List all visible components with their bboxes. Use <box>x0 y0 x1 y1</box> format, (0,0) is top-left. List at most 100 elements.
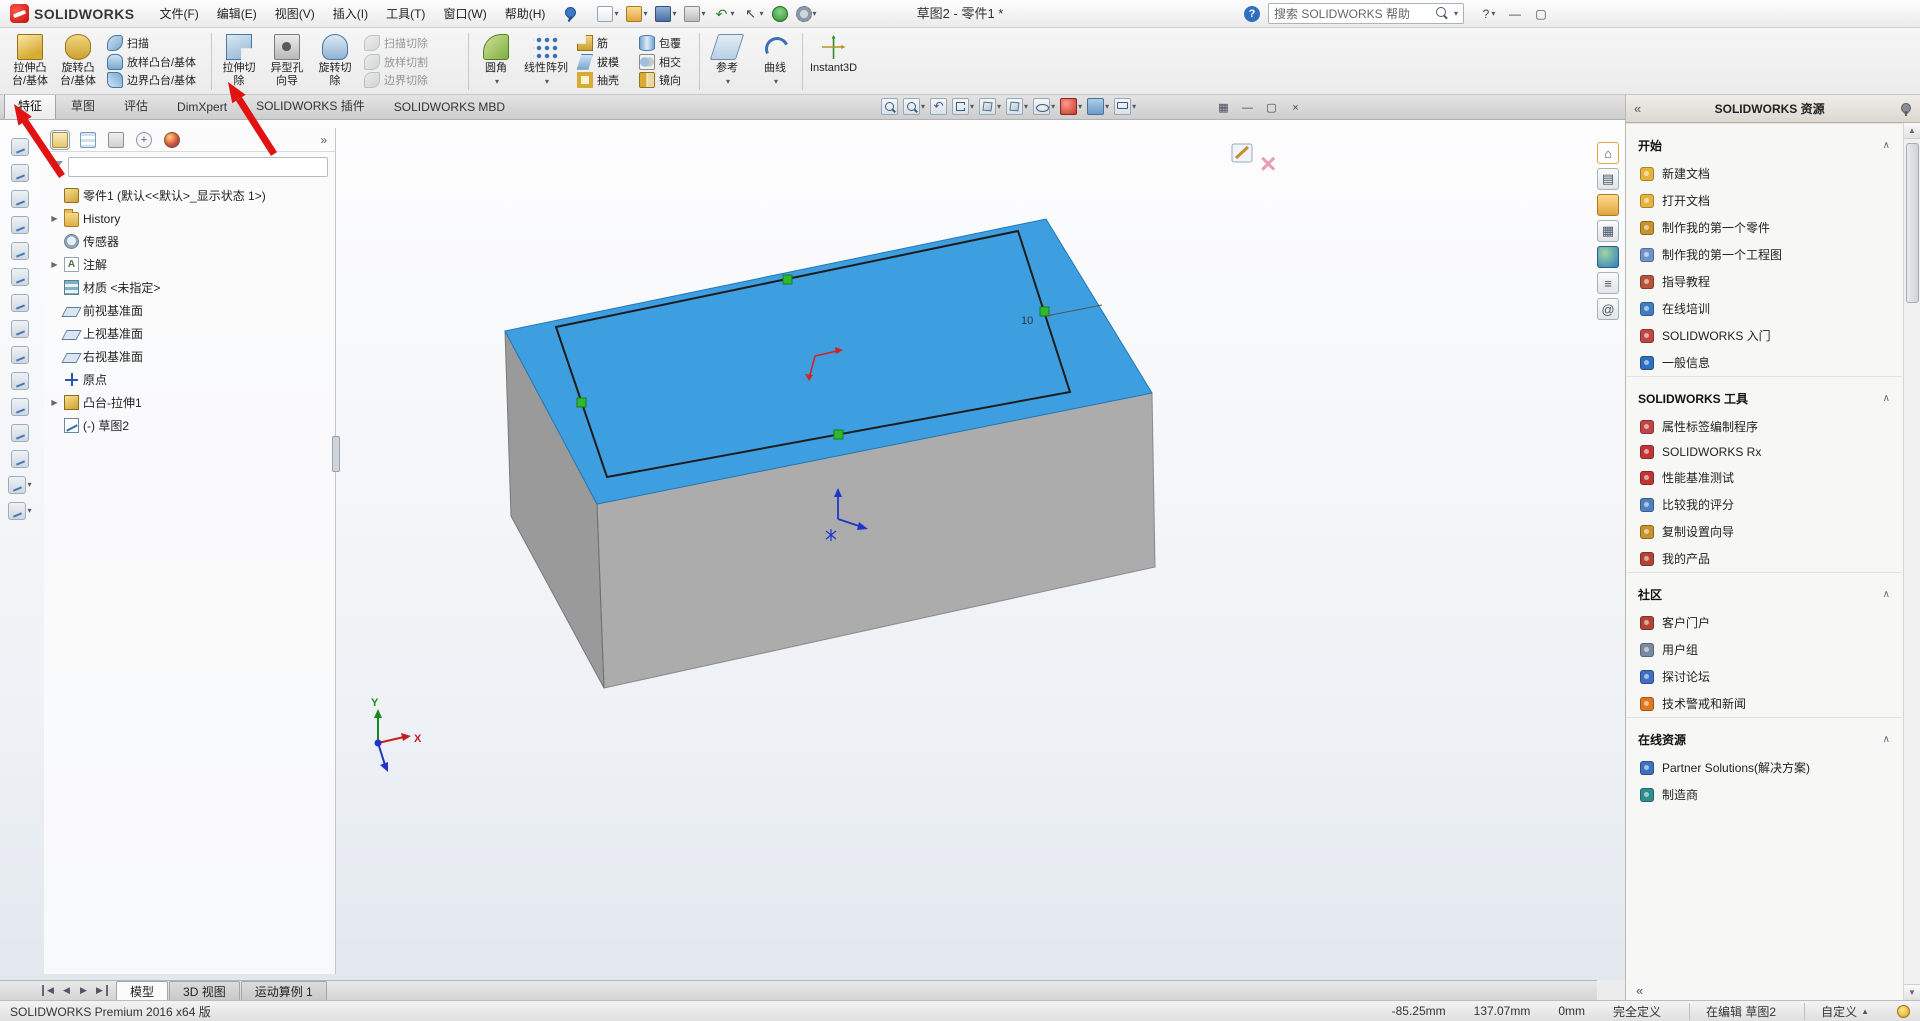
tree-item[interactable]: 零件1 (默认<<默认>_显示状态 1>) <box>47 184 335 207</box>
sketch-pattern[interactable]: ▾ <box>0 420 40 446</box>
command-tab[interactable]: DimXpert <box>163 95 241 119</box>
quick-tool-button[interactable]: ▾ <box>682 5 707 23</box>
exit-sketch-icon[interactable] <box>1231 143 1253 163</box>
sketch-rectangle[interactable]: ▾ <box>0 290 40 316</box>
boundary-boss-base-button[interactable]: 边界凸台/基体 <box>104 71 206 89</box>
midpoint-handle[interactable] <box>782 274 793 285</box>
task-pane-item[interactable]: 探讨论坛 <box>1626 663 1902 690</box>
task-pane-item[interactable]: 制造商 <box>1626 781 1902 808</box>
previous-view[interactable]: ▾ <box>929 98 948 115</box>
sketch-line[interactable]: ▾ <box>0 212 40 238</box>
section-view[interactable]: ▾ <box>951 98 975 115</box>
menu-item[interactable]: 插入(I) <box>324 0 377 27</box>
file-explorer[interactable] <box>1597 194 1619 216</box>
custom-properties[interactable]: ≡ <box>1597 272 1619 294</box>
rapid-sketch[interactable]: ▾ <box>0 498 40 524</box>
extruded-cut-button[interactable]: 拉伸切 除▾ <box>215 30 263 93</box>
expand-arrow-icon[interactable] <box>49 214 60 223</box>
view-settings[interactable]: ▾ <box>1113 98 1137 115</box>
task-pane-item[interactable]: 我的产品 <box>1626 545 1902 572</box>
revolved-cut-button[interactable]: 旋转切 除▾ <box>311 30 359 93</box>
display-style[interactable]: ▾ <box>1005 98 1029 115</box>
apply-scene[interactable]: ▾ <box>1086 98 1110 115</box>
command-tab[interactable]: 草图 <box>57 92 109 119</box>
restore[interactable]: ▢▾ <box>1530 4 1552 23</box>
view-orientation[interactable]: ▾ <box>978 98 1002 115</box>
intersect-button[interactable]: 相交 <box>636 53 694 71</box>
quick-tool-button[interactable]: ▾ <box>712 5 737 23</box>
collapse-section-icon[interactable]: ∧ <box>1883 140 1890 151</box>
swept-boss-base-button[interactable]: 扫描 <box>104 34 206 52</box>
cascade-doc[interactable]: ▦ <box>1213 98 1234 117</box>
next-tab[interactable]: ▶ <box>76 985 91 996</box>
sketch-circle[interactable]: ▾ <box>0 238 40 264</box>
quick-tool-button[interactable]: ▾ <box>624 5 649 23</box>
task-pane-item[interactable]: 属性标签编制程序 <box>1626 413 1902 440</box>
restore-doc[interactable]: ▢ <box>1261 98 1282 117</box>
linear-pattern-button[interactable]: 线性阵列 ▾ <box>520 30 572 93</box>
menu-item[interactable]: 视图(V) <box>266 0 324 27</box>
task-pane-item[interactable]: 性能基准测试 <box>1626 464 1902 491</box>
first-tab[interactable]: ◀ <box>42 985 57 996</box>
custom-status-dropdown[interactable]: 自定义 ▲ <box>1804 1002 1869 1020</box>
last-tab[interactable]: ▶ <box>93 985 108 996</box>
section-header[interactable]: 开始 ∧ <box>1626 124 1902 160</box>
menu-item[interactable]: 帮助(H) <box>496 0 555 27</box>
draft-button[interactable]: 拔模 <box>574 53 632 71</box>
tree-item[interactable]: History <box>47 207 335 230</box>
scroll-up-icon[interactable]: ▲ <box>1904 123 1920 139</box>
appearances-scenes[interactable] <box>1597 246 1619 268</box>
quick-tool-button[interactable]: ▾ <box>595 5 620 23</box>
menu-item[interactable]: 编辑(E) <box>208 0 266 27</box>
task-pane-item[interactable]: 打开文档 <box>1626 187 1902 214</box>
command-tab[interactable]: SOLIDWORKS MBD <box>380 95 519 119</box>
task-pane-item[interactable]: 制作我的第一个零件 <box>1626 214 1902 241</box>
solidworks-resources[interactable]: ⌂ <box>1597 142 1619 164</box>
shell-button[interactable]: 抽壳 <box>574 71 632 89</box>
edit-appearance[interactable]: ▾ <box>1059 98 1083 115</box>
smart-dimension[interactable]: ▾ <box>0 186 40 212</box>
pin-toolbar-icon[interactable] <box>562 6 577 22</box>
zoom-area[interactable]: ▾ <box>902 98 926 115</box>
document-tab[interactable]: 运动算例 1 <box>240 981 327 1000</box>
collapse-pane-icon[interactable]: « <box>1634 101 1641 116</box>
tree-item[interactable]: 原点 <box>47 368 335 391</box>
minimize-doc[interactable]: — <box>1237 98 1258 117</box>
task-pane-item[interactable]: 制作我的第一个工程图 <box>1626 241 1902 268</box>
task-pane-item[interactable]: 一般信息 <box>1626 349 1902 376</box>
tree-item[interactable]: 上视基准面 <box>47 322 335 345</box>
panel-splitter-handle[interactable] <box>332 436 340 472</box>
quick-snaps[interactable]: ▾ <box>0 472 40 498</box>
extruded-boss-base-button[interactable]: 拉伸凸 台/基体▾ <box>6 30 54 93</box>
expand-arrow-icon[interactable] <box>49 260 60 269</box>
collapse-section-icon[interactable]: ∧ <box>1883 393 1890 404</box>
expand-arrow-icon[interactable] <box>49 398 60 407</box>
midpoint-handle[interactable] <box>1039 306 1050 317</box>
rib-button[interactable]: 筋 <box>574 34 632 52</box>
pin-pane-icon[interactable] <box>1898 102 1912 116</box>
task-pane-scrollbar[interactable]: ▲ ▼ <box>1903 123 1920 1000</box>
tree-item[interactable]: (-) 草图2 <box>47 414 335 437</box>
select-tool[interactable]: ▾ <box>0 134 40 160</box>
menu-item[interactable]: 窗口(W) <box>434 0 495 27</box>
wrap-button[interactable]: 包覆 <box>636 34 694 52</box>
tree-item[interactable]: 前视基准面 <box>47 299 335 322</box>
swept-cut-button[interactable]: 扫描切除 <box>361 34 463 52</box>
menu-item[interactable]: 工具(T) <box>377 0 434 27</box>
minimize[interactable]: —▾ <box>1504 4 1526 23</box>
dimxpertmanager[interactable] <box>136 131 152 148</box>
task-pane-item[interactable]: 客户门户 <box>1626 609 1902 636</box>
fillet-button[interactable]: 圆角 ▾ <box>472 30 520 93</box>
task-pane-item[interactable]: Partner Solutions(解决方案) <box>1626 754 1902 781</box>
search-input[interactable] <box>1274 6 1431 21</box>
revolved-boss-base-button[interactable]: 旋转凸 台/基体▾ <box>54 30 102 93</box>
lofted-boss-base-button[interactable]: 放样凸台/基体 <box>104 53 206 71</box>
instant3d-button[interactable]: Instant3D <box>806 30 861 93</box>
midpoint-handle[interactable] <box>576 397 587 408</box>
tree-filter-input[interactable] <box>68 157 328 177</box>
graphics-area[interactable]: 10 Y X × ▾ ▾ + » 零件1 (默认<<默认>_显示状态 1>) ▶… <box>0 120 1625 980</box>
view-palette[interactable]: ▦ <box>1597 220 1619 242</box>
mirror-button[interactable]: 镜向 <box>636 71 694 89</box>
edit-sketch[interactable]: ▾ <box>0 160 40 186</box>
scroll-down-icon[interactable]: ▼ <box>1904 984 1920 1000</box>
